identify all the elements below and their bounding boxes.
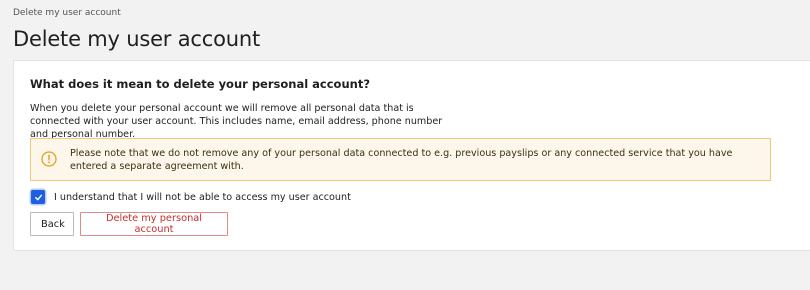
checkmark-icon [34,194,42,200]
breadcrumb-item-current: Delete my user account [13,8,121,18]
warning-circle-icon [41,151,57,167]
card-heading: What does it mean to delete your persona… [30,77,371,91]
confirm-checkbox[interactable] [31,190,45,204]
confirm-checkbox-label[interactable]: I understand that I will not be able to … [54,192,351,203]
delete-account-button[interactable]: Delete my personal account [80,212,228,236]
warning-alert-text: Please note that we do not remove any of… [70,148,733,172]
back-button[interactable]: Back [30,212,74,236]
delete-account-card: What does it mean to delete your persona… [13,60,810,251]
warning-alert: Please note that we do not remove any of… [30,138,771,181]
card-description: When you delete your personal account we… [30,103,443,140]
confirm-checkbox-row[interactable]: I understand that I will not be able to … [30,189,351,205]
page-title: Delete my user account [13,27,260,51]
breadcrumb: Delete my user account [13,8,121,18]
